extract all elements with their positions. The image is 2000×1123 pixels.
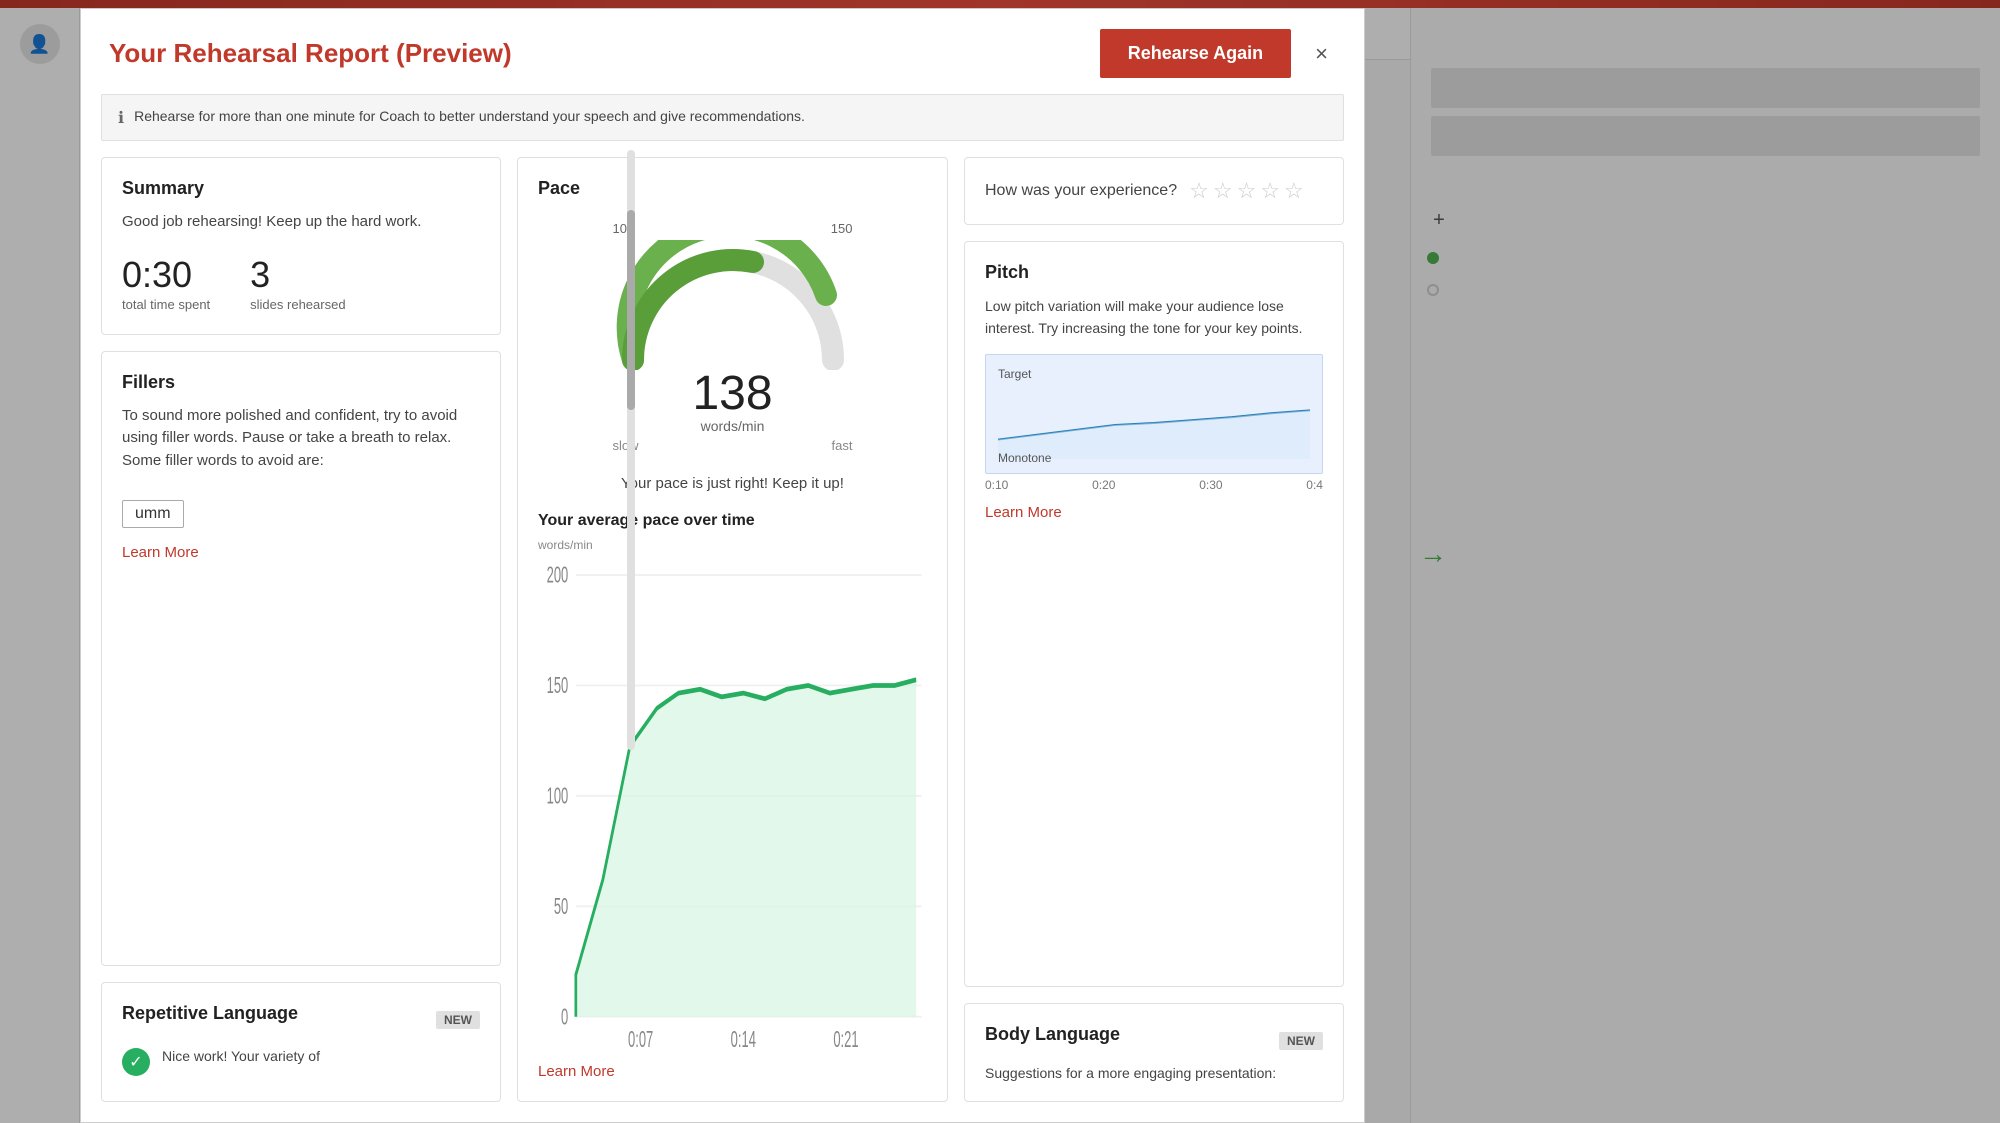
rehearsal-report-dialog: Your Rehearsal Report (Preview) Rehearse… (80, 8, 1365, 1123)
svg-text:0: 0 (561, 1003, 568, 1029)
gauge-wrapper (613, 240, 853, 370)
fillers-learn-more[interactable]: Learn More (122, 544, 199, 561)
body-lang-title: Body Language (985, 1024, 1120, 1045)
pace-learn-more[interactable]: Learn More (538, 1063, 615, 1080)
svg-text:150: 150 (547, 672, 569, 698)
center-column: Pace 100 150 (517, 157, 948, 1102)
repetitive-content: ✓ Nice work! Your variety of (122, 1048, 480, 1076)
close-button[interactable]: × (1307, 37, 1336, 71)
pitch-time-0-30: 0:30 (1199, 478, 1222, 492)
summary-title: Summary (122, 178, 480, 199)
pitch-svg (998, 385, 1310, 460)
pitch-title: Pitch (985, 262, 1323, 283)
pace-card: Pace 100 150 (517, 157, 948, 1102)
body-language-card: Body Language NEW Suggestions for a more… (964, 1003, 1344, 1102)
rating-row: How was your experience? ☆ ☆ ☆ ☆ ☆ (985, 178, 1323, 204)
pitch-time-0-4: 0:4 (1306, 478, 1323, 492)
left-column: Summary Good job rehearsing! Keep up the… (101, 157, 501, 1102)
info-banner: ℹ Rehearse for more than one minute for … (101, 94, 1344, 141)
rating-label: How was your experience? (985, 182, 1177, 200)
info-icon: ℹ (118, 108, 124, 128)
pitch-description: Low pitch variation will make your audie… (985, 295, 1323, 340)
scrollbar-thumb[interactable] (627, 210, 635, 410)
time-label: total time spent (122, 297, 210, 312)
svg-text:100: 100 (547, 783, 569, 809)
pace-unit: words/min (701, 418, 765, 434)
header-actions: Rehearse Again × (1100, 29, 1336, 78)
rehearse-again-button[interactable]: Rehearse Again (1100, 29, 1291, 78)
body-lang-description: Suggestions for a more engaging presenta… (985, 1065, 1323, 1081)
body-lang-new-badge: NEW (1279, 1032, 1323, 1050)
repetitive-description: Nice work! Your variety of (162, 1048, 320, 1064)
star-rating[interactable]: ☆ ☆ ☆ ☆ ☆ (1189, 178, 1304, 204)
summary-stats: 0:30 total time spent 3 slides rehearsed (122, 254, 480, 314)
filler-word-umm: umm (122, 500, 184, 528)
pitch-card: Pitch Low pitch variation will make your… (964, 241, 1344, 987)
pitch-time-0-20: 0:20 (1092, 478, 1115, 492)
pace-message: Your pace is just right! Keep it up! (538, 475, 927, 492)
body-lang-title-row: Body Language NEW (985, 1024, 1323, 1057)
repetitive-card: Repetitive Language NEW ✓ Nice work! You… (101, 982, 501, 1102)
label-fast: fast (832, 438, 853, 453)
slides-value: 3 (250, 254, 345, 296)
rating-card: How was your experience? ☆ ☆ ☆ ☆ ☆ (964, 157, 1344, 225)
star-5[interactable]: ☆ (1284, 178, 1304, 204)
fillers-title: Fillers (122, 372, 480, 393)
summary-card: Summary Good job rehearsing! Keep up the… (101, 157, 501, 335)
chart-title: Your average pace over time (538, 512, 927, 530)
gauge-svg (613, 240, 853, 370)
time-value: 0:30 (122, 254, 210, 296)
repetitive-title-row: Repetitive Language NEW (122, 1003, 480, 1036)
pitch-learn-more-container: Learn More (985, 504, 1323, 522)
fillers-card: Fillers To sound more polished and confi… (101, 351, 501, 967)
info-text: Rehearse for more than one minute for Co… (134, 107, 805, 127)
dialog-title: Your Rehearsal Report (Preview) (109, 38, 512, 69)
star-3[interactable]: ☆ (1237, 178, 1257, 204)
pace-chart-svg: 200 150 100 50 0 (538, 556, 927, 1051)
summary-description: Good job rehearsing! Keep up the hard wo… (122, 211, 480, 234)
dialog-scrollbar[interactable] (627, 150, 635, 750)
slides-stat: 3 slides rehearsed (250, 254, 345, 314)
pitch-time-labels: 0:10 0:20 0:30 0:4 (985, 478, 1323, 492)
chart-y-label: words/min (538, 538, 927, 552)
repetitive-new-badge: NEW (436, 1011, 480, 1029)
svg-text:50: 50 (554, 893, 568, 919)
svg-text:200: 200 (547, 562, 569, 588)
fillers-description: To sound more polished and confident, tr… (122, 405, 480, 473)
svg-text:0:14: 0:14 (731, 1026, 756, 1051)
pitch-monotone-label: Monotone (998, 451, 1051, 465)
star-4[interactable]: ☆ (1260, 178, 1280, 204)
pace-title: Pace (538, 178, 927, 199)
pitch-chart: Target Monotone (985, 354, 1323, 474)
star-1[interactable]: ☆ (1189, 178, 1209, 204)
slides-label: slides rehearsed (250, 297, 345, 312)
dialog-header: Your Rehearsal Report (Preview) Rehearse… (81, 9, 1364, 94)
star-2[interactable]: ☆ (1213, 178, 1233, 204)
chart-area: 200 150 100 50 0 (538, 556, 927, 1051)
svg-text:0:07: 0:07 (628, 1026, 653, 1051)
gauge-labels: 100 150 (613, 221, 853, 236)
pace-value: 138 (692, 370, 772, 418)
pitch-learn-more[interactable]: Learn More (985, 504, 1062, 521)
pace-chart-section: Your average pace over time words/min 20… (538, 512, 927, 1051)
gauge-container: 100 150 138 words/m (538, 211, 927, 463)
right-column: How was your experience? ☆ ☆ ☆ ☆ ☆ Pitch… (964, 157, 1344, 1102)
pace-learn-more-container: Learn More (538, 1063, 927, 1081)
repetitive-title: Repetitive Language (122, 1003, 298, 1024)
svg-text:0:21: 0:21 (833, 1026, 858, 1051)
pitch-target-label: Target (998, 367, 1310, 381)
check-icon: ✓ (122, 1048, 150, 1076)
time-stat: 0:30 total time spent (122, 254, 210, 314)
pitch-time-0-10: 0:10 (985, 478, 1008, 492)
label-150: 150 (831, 221, 853, 236)
dialog-content: Summary Good job rehearsing! Keep up the… (81, 157, 1364, 1122)
